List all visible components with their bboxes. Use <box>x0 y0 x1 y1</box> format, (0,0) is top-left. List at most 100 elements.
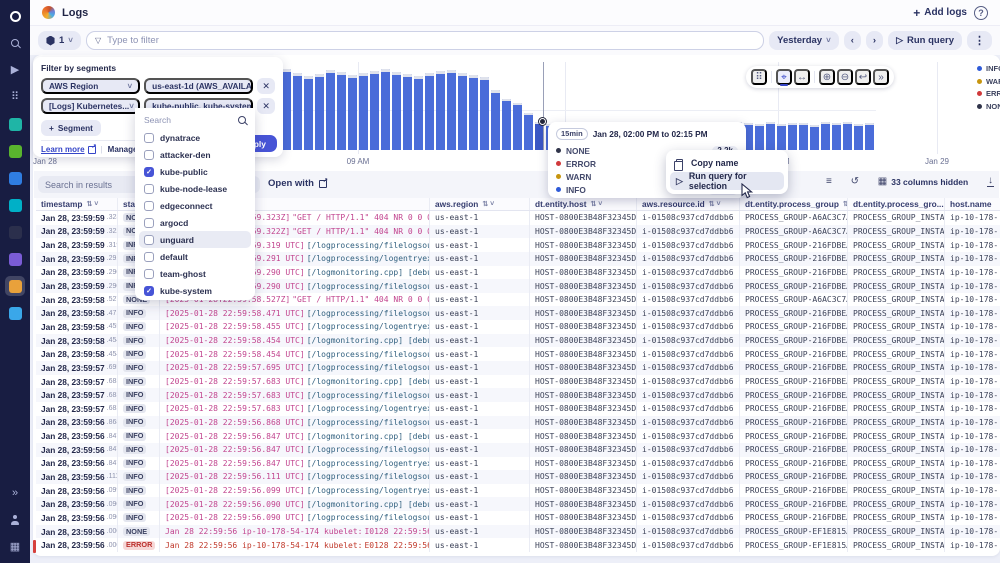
table-row[interactable]: Jan 28, 23:59:58.454INFO[2025-01-28 22:5… <box>36 347 1000 361</box>
checkbox-unchecked[interactable] <box>144 269 154 279</box>
checkbox-unchecked[interactable] <box>144 201 154 211</box>
context-menu-item[interactable]: ▷Run query for selection <box>670 172 784 190</box>
segment-value-chip[interactable]: us-east-1d (AWS_AVAILA... <box>144 78 253 94</box>
more-tools-icon[interactable]: » <box>873 69 889 85</box>
more-options-button[interactable]: ⋮ <box>967 31 992 50</box>
run-query-button[interactable]: ▷ Run query <box>888 31 962 50</box>
dropdown-option[interactable]: edgeconnect <box>139 197 251 214</box>
table-row[interactable]: Jan 28, 23:59:56.000ERRORJan 28 22:59:56… <box>36 538 1000 552</box>
histogram-bar[interactable] <box>788 123 797 150</box>
app-clouds-icon[interactable] <box>5 303 25 323</box>
context-menu-item[interactable]: Copy name <box>670 154 784 172</box>
dropdown-option[interactable]: team-ghost <box>139 265 251 282</box>
table-row[interactable]: Jan 28, 23:59:57.695INFO[2025-01-28 22:5… <box>36 361 1000 375</box>
column-header[interactable]: dt.entity.process_gro...⇅ ˅ <box>848 198 945 210</box>
histogram-bar[interactable] <box>799 123 808 150</box>
legend-item[interactable]: ERROR <box>977 89 1000 98</box>
horizontal-select-icon[interactable]: ↔ <box>794 69 810 85</box>
histogram-bar[interactable] <box>370 71 379 150</box>
table-row[interactable]: Jan 28, 23:59:56.090INFO[2025-01-28 22:5… <box>36 497 1000 511</box>
checkbox-unchecked[interactable] <box>144 133 154 143</box>
remove-segment-button[interactable]: ✕ <box>257 98 275 114</box>
sort-icon[interactable]: ⇅ ˅ <box>482 200 494 208</box>
histogram-bar[interactable] <box>436 71 445 150</box>
histogram-bar[interactable] <box>810 125 819 150</box>
histogram-bar[interactable] <box>414 76 423 150</box>
histogram-bar[interactable] <box>766 122 775 150</box>
histogram-bar[interactable] <box>843 122 852 150</box>
histogram-bar[interactable] <box>326 70 335 150</box>
table-row[interactable]: Jan 28, 23:59:58.454INFO[2025-01-28 22:5… <box>36 334 1000 348</box>
column-header[interactable]: dt.entity.process_group⇅ ˅ <box>740 198 848 210</box>
format-rows-button[interactable]: ≡ <box>826 176 832 187</box>
histogram-bar[interactable] <box>513 103 522 150</box>
column-header[interactable]: aws.region⇅ ˅ <box>430 198 530 210</box>
histogram-bar[interactable] <box>348 75 357 150</box>
previous-timeframe-button[interactable]: ‹ <box>844 31 861 50</box>
histogram-bar[interactable] <box>832 123 841 150</box>
histogram-bar[interactable] <box>403 74 412 150</box>
table-row[interactable]: Jan 28, 23:59:56.090INFO[2025-01-28 22:5… <box>36 511 1000 525</box>
help-button[interactable]: ? <box>974 6 988 20</box>
legend-item[interactable]: NONE <box>977 102 1000 111</box>
legend-item[interactable]: WARN <box>977 77 1000 86</box>
histogram-bar[interactable] <box>524 113 533 150</box>
dropdown-option[interactable]: ✓kube-public <box>139 163 251 180</box>
column-header[interactable]: host.name <box>945 198 1000 210</box>
dropdown-option[interactable]: ✓kube-system <box>139 282 251 299</box>
table-row[interactable]: Jan 28, 23:59:56.847INFO[2025-01-28 22:5… <box>36 457 1000 471</box>
histogram-bar[interactable] <box>282 69 291 150</box>
table-row[interactable]: Jan 28, 23:59:58.471INFO[2025-01-28 22:5… <box>36 306 1000 320</box>
timeframe-selector[interactable]: Yesterday <box>769 31 839 50</box>
histogram-bar[interactable] <box>480 77 489 150</box>
table-row[interactable]: Jan 28, 23:59:56.111INFO[2025-01-28 22:5… <box>36 470 1000 484</box>
app-workflows-icon[interactable] <box>5 249 25 269</box>
legend-item[interactable]: INFO <box>977 64 1000 73</box>
table-row[interactable]: Jan 28, 23:59:56.000NONEJan 28 22:59:56 … <box>36 525 1000 539</box>
sort-icon[interactable]: ⇅ ˅ <box>87 200 99 208</box>
histogram-bar[interactable] <box>381 69 390 150</box>
add-logs-button[interactable]: + Add logs <box>913 6 967 20</box>
dropdown-option[interactable]: unguard <box>139 231 251 248</box>
remove-segment-button[interactable]: ✕ <box>257 78 275 94</box>
collapse-rail-icon[interactable]: » <box>5 483 25 503</box>
launcher-icon[interactable]: ▦ <box>5 537 25 557</box>
box-select-icon[interactable]: ⌖ <box>776 69 792 85</box>
histogram-bar[interactable] <box>502 99 511 150</box>
table-row[interactable]: Jan 28, 23:59:56.847INFO[2025-01-28 22:5… <box>36 443 1000 457</box>
histogram-bar[interactable] <box>821 122 830 150</box>
segment-attribute-chip[interactable]: [Logs] Kubernetes... <box>41 98 140 114</box>
segment-attribute-chip[interactable]: AWS Region <box>41 78 140 94</box>
checkbox-unchecked[interactable] <box>144 218 154 228</box>
open-with-button[interactable]: Open with <box>268 178 327 189</box>
search-icon[interactable] <box>5 33 25 53</box>
checkbox-unchecked[interactable] <box>144 184 154 194</box>
dynatrace-home-icon[interactable] <box>5 6 25 26</box>
app-services-icon[interactable] <box>5 195 25 215</box>
add-segment-button[interactable]: + Segment <box>41 120 101 136</box>
query-filter-input[interactable]: ▽ Type to filter <box>86 31 764 50</box>
columns-hidden-button[interactable]: ▦ 33 columns hidden <box>878 176 968 187</box>
drag-handle-icon[interactable]: ⠿ <box>751 69 767 85</box>
checkbox-unchecked[interactable] <box>144 150 154 160</box>
app-synthetic-icon[interactable] <box>5 114 25 134</box>
sort-icon[interactable]: ⇅ ˅ <box>709 200 721 208</box>
column-header[interactable]: dt.entity.host⇅ ˅ <box>530 198 637 210</box>
reset-table-button[interactable]: ↺ <box>851 176 859 187</box>
download-button[interactable]: ↓ <box>987 176 994 187</box>
histogram-bar[interactable] <box>469 75 478 150</box>
app-hosts-icon[interactable] <box>5 222 25 242</box>
app-kubernetes-icon[interactable] <box>5 141 25 161</box>
histogram-bar[interactable] <box>447 70 456 150</box>
histogram-bar[interactable] <box>392 72 401 150</box>
histogram-bar[interactable] <box>315 74 324 150</box>
dropdown-option[interactable]: dynatrace <box>139 129 251 146</box>
table-row[interactable]: Jan 28, 23:59:57.683INFO[2025-01-28 22:5… <box>36 388 1000 402</box>
dropdown-search-input[interactable]: Search <box>139 110 251 129</box>
sort-icon[interactable]: ⇅ ˅ <box>590 200 602 208</box>
table-row[interactable]: Jan 28, 23:59:57.683INFO[2025-01-28 22:5… <box>36 375 1000 389</box>
histogram-bar[interactable] <box>755 124 764 150</box>
column-header[interactable]: aws.resource.id⇅ ˅ <box>637 198 740 210</box>
zoom-out-icon[interactable]: ⊖ <box>837 69 853 85</box>
histogram-bar[interactable] <box>491 90 500 150</box>
